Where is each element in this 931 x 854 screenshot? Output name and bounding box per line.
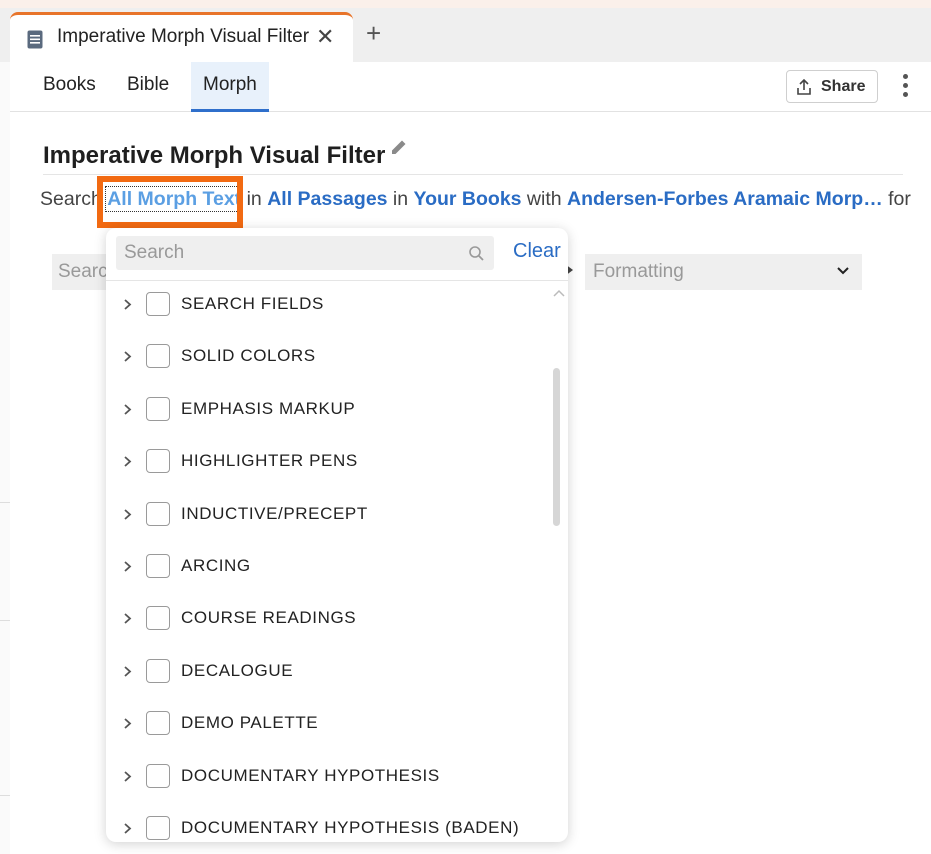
close-icon[interactable]: ✕ <box>316 26 334 48</box>
list-item-label: DECALOGUE <box>181 660 294 680</box>
checkbox[interactable] <box>146 763 170 788</box>
sub-nav: Books Bible Morph Share <box>10 62 931 112</box>
scroll-up-icon[interactable] <box>552 288 566 298</box>
passages-link[interactable]: All Passages <box>267 188 387 210</box>
chevron-right-icon[interactable] <box>123 612 132 625</box>
formatting-label: Formatting <box>593 261 684 282</box>
list-item[interactable]: SOLID COLORS <box>106 336 551 376</box>
formatting-select[interactable]: Formatting <box>585 254 862 290</box>
list-item-label: ARCING <box>181 556 251 575</box>
checkbox[interactable] <box>146 554 170 578</box>
tab-title: Imperative Morph Visual Filter <box>57 26 310 47</box>
morph-db-link[interactable]: Andersen-Forbes Aramaic Morp… <box>567 188 883 210</box>
checkbox[interactable] <box>146 658 170 683</box>
list-item[interactable]: HIGHLIGHTER PENS <box>106 441 551 481</box>
left-edge <box>0 62 10 854</box>
list-item[interactable]: DOCUMENTARY HYPOTHESIS <box>106 756 551 796</box>
list-item-label: DOCUMENTARY HYPOTHESIS <box>181 765 440 785</box>
nav-bible[interactable]: Bible <box>127 74 169 96</box>
pencil-icon[interactable] <box>389 137 409 157</box>
window-top-strip <box>0 0 931 8</box>
chevron-right-icon[interactable] <box>123 770 132 783</box>
share-icon <box>797 78 811 95</box>
list-item-label: SEARCH FIELDS <box>181 294 324 313</box>
checkbox[interactable] <box>146 501 170 526</box>
title-divider <box>43 174 903 175</box>
list-item[interactable]: ARCING <box>106 546 551 586</box>
list-item[interactable]: INDUCTIVE/PRECEPT <box>106 494 551 534</box>
page-title: Imperative Morph Visual Filter <box>43 142 386 169</box>
chevron-right-icon[interactable] <box>123 298 132 311</box>
list-item[interactable]: SEARCH FIELDS <box>106 284 551 324</box>
chevron-right-icon[interactable] <box>123 560 132 573</box>
list-item[interactable]: COURSE READINGS <box>106 598 551 638</box>
books-link[interactable]: Your Books <box>414 188 522 210</box>
chevron-right-icon[interactable] <box>123 508 132 521</box>
main-panel: Books Bible Morph Share Imperative Morph… <box>10 62 931 854</box>
share-button[interactable]: Share <box>786 70 878 103</box>
tab-bar: Imperative Morph Visual Filter ✕ + <box>0 8 931 62</box>
list-item-label: DOCUMENTARY HYPOTHESIS (BADEN) <box>181 818 520 837</box>
dropdown-search-input[interactable] <box>116 236 494 270</box>
nav-morph[interactable]: Morph <box>191 62 269 112</box>
tab-imperative-morph[interactable]: Imperative Morph Visual Filter ✕ <box>10 12 353 62</box>
chevron-right-icon[interactable] <box>123 350 132 363</box>
chevron-right-icon[interactable] <box>123 717 132 730</box>
document-icon <box>27 30 43 49</box>
list-item-label: SOLID COLORS <box>181 346 316 366</box>
search-sentence: Search All Morph Text in All Passages in… <box>40 186 911 212</box>
new-tab-plus-icon[interactable]: + <box>366 20 381 46</box>
list-item[interactable]: DECALOGUE <box>106 651 551 691</box>
checkbox[interactable] <box>146 344 170 369</box>
list-item[interactable]: EMPHASIS MARKUP <box>106 389 551 429</box>
list-item-label: HIGHLIGHTER PENS <box>181 451 358 471</box>
chevron-right-icon[interactable] <box>123 455 132 468</box>
search-icon <box>469 246 484 261</box>
list-item-label: COURSE READINGS <box>181 608 357 628</box>
text-scope-dropdown: Clear SEARCH FIELDS SOLID COLORS EMPHASIS … <box>106 228 568 842</box>
chevron-right-icon[interactable] <box>123 665 132 678</box>
more-options-icon[interactable] <box>898 72 912 100</box>
text-scope-link[interactable]: All Morph Text <box>105 186 244 212</box>
chevron-right-icon[interactable] <box>123 822 132 835</box>
list-item[interactable]: DOCUMENTARY HYPOTHESIS (BADEN) <box>106 808 551 842</box>
checkbox[interactable] <box>146 292 170 316</box>
chevron-right-icon[interactable] <box>123 403 132 416</box>
clear-button[interactable]: Clear <box>513 240 561 263</box>
checkbox[interactable] <box>146 711 170 736</box>
checkbox[interactable] <box>146 449 170 474</box>
share-label: Share <box>821 78 866 95</box>
list-item-label: INDUCTIVE/PRECEPT <box>181 503 368 523</box>
checkbox[interactable] <box>146 396 170 421</box>
list-item[interactable]: DEMO PALETTE <box>106 703 551 743</box>
dropdown-divider <box>106 280 568 281</box>
list-item-label: EMPHASIS MARKUP <box>181 398 356 418</box>
checkbox[interactable] <box>146 606 170 631</box>
list-item-label: DEMO PALETTE <box>181 713 319 733</box>
chevron-down-icon <box>837 267 849 275</box>
nav-books[interactable]: Books <box>43 74 96 96</box>
checkbox[interactable] <box>146 816 170 840</box>
scrollbar-thumb[interactable] <box>553 368 560 526</box>
